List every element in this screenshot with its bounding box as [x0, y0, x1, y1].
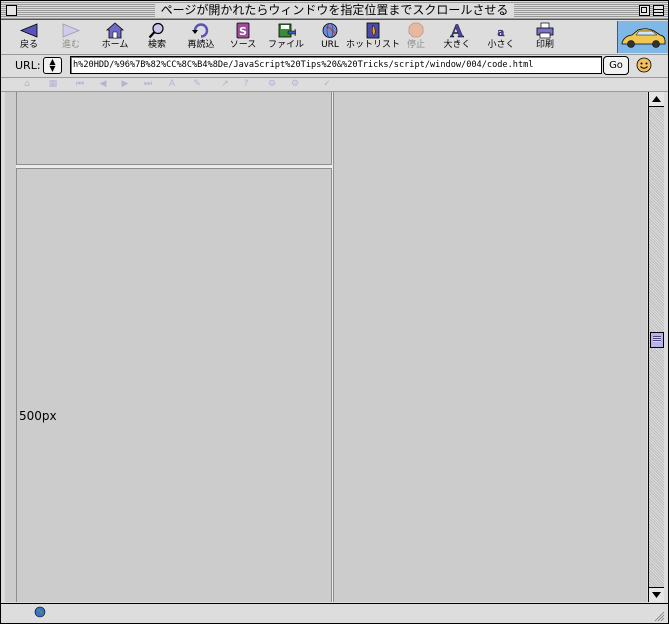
source-button[interactable]: S ソース — [228, 22, 258, 53]
print-button[interactable]: 印刷 — [532, 22, 558, 53]
sub-next-icon: ▶ — [121, 79, 129, 89]
scroll-up-button[interactable] — [649, 92, 664, 107]
reload-label: 再読込 — [187, 40, 215, 50]
scroll-down-button[interactable] — [649, 587, 664, 602]
sub-first-icon: ⏮ — [75, 79, 85, 89]
sub-home-icon: ⌂ — [24, 79, 30, 89]
text-smaller-button[interactable]: a 小さく — [485, 22, 517, 53]
sub-help-icon: ? — [243, 79, 249, 89]
collapse-box[interactable] — [653, 5, 664, 16]
vertical-scrollbar[interactable] — [648, 92, 664, 602]
sub-last-icon: ⏭ — [143, 79, 153, 89]
home-icon — [105, 22, 125, 39]
reload-icon — [192, 23, 209, 38]
print-icon — [536, 22, 554, 39]
frame-divider-vertical[interactable] — [332, 92, 334, 602]
search-label: 検索 — [147, 40, 166, 50]
stop-label: 停止 — [406, 40, 425, 50]
forward-button[interactable]: 進む — [58, 22, 84, 53]
title-bar[interactable]: ページが開かれたらウィンドウを指定位置までスクロールさせる — [1, 1, 668, 20]
text-smaller-icon: a — [497, 26, 504, 39]
window-title-wrap: ページが開かれたらウィンドウを指定位置までスクロールさせる — [1, 3, 668, 18]
home-label: ホーム — [101, 40, 129, 50]
sub-gear-icon: ⚙ — [267, 79, 277, 89]
smiley-icon[interactable] — [636, 57, 652, 73]
home-button[interactable]: ホーム — [98, 22, 132, 53]
globe-icon — [34, 606, 46, 618]
back-label: 戻る — [19, 40, 38, 50]
svg-text:A: A — [449, 22, 464, 39]
main-frame: 500px — [16, 169, 332, 602]
resize-grip-icon[interactable] — [654, 611, 665, 622]
chevron-down-icon: ▼ — [49, 64, 56, 73]
svg-text:a: a — [497, 26, 504, 39]
hotlist-icon — [366, 22, 380, 39]
file-button[interactable]: ファイル — [267, 22, 305, 53]
sub-prev-icon: ◀ — [99, 79, 107, 89]
size-label: 500px — [19, 409, 57, 423]
file-label: ファイル — [267, 40, 304, 50]
window-title: ページが開かれたらウィンドウを指定位置までスクロールさせる — [154, 3, 515, 17]
status-bar — [1, 603, 668, 623]
hotlist-label: ホットリスト — [346, 40, 401, 50]
url-bar: URL: ▲ ▼ h%20HDD/%96%7B%82%CC%8C%B4%8De/… — [1, 55, 668, 78]
url-field-label: URL: — [15, 59, 41, 72]
sub-check-icon: ✓ — [323, 79, 331, 89]
browser-window: ページが開かれたらウィンドウを指定位置までスクロールさせる 戻る 進む ホーム — [0, 0, 669, 624]
stop-button[interactable]: 停止 — [403, 22, 429, 53]
toolbar: 戻る 進む ホーム 検索 再読込 S ソース ファイル URL ホットリスト 停… — [1, 20, 668, 55]
secondary-toolbar: ⌂ ▦ ⏮ ◀ ▶ ⏭ A ✎ ↗ ? ⚙ ⚙ ✓ — [1, 78, 668, 92]
url-history-button[interactable]: ▲ ▼ — [43, 57, 62, 74]
scroll-track[interactable] — [649, 107, 664, 587]
url-label-text: URL — [321, 40, 339, 50]
back-button[interactable]: 戻る — [16, 22, 42, 53]
source-icon: S — [236, 22, 250, 39]
forward-arrow-icon — [62, 23, 81, 38]
browser-logo — [617, 21, 668, 53]
url-globe-icon — [322, 23, 338, 38]
page-content: 500px — [5, 92, 647, 602]
arrow-up-icon — [652, 96, 661, 102]
url-input[interactable]: h%20HDD/%96%7B%82%CC%8C%B4%8De/JavaScrip… — [70, 56, 602, 74]
sub-link-icon: ↗ — [221, 79, 229, 89]
file-icon — [278, 23, 296, 38]
forward-label: 進む — [61, 40, 80, 50]
search-button[interactable]: 検索 — [144, 22, 170, 53]
sub-grid-icon: ▦ — [48, 79, 58, 89]
hotlist-button[interactable]: ホットリスト — [346, 22, 400, 53]
car-logo-icon — [621, 28, 666, 48]
sub-settings-icon: ⚙ — [290, 79, 300, 89]
back-arrow-icon — [19, 23, 38, 38]
text-bigger-label: 大きく — [443, 40, 471, 50]
sub-edit-icon: ✎ — [193, 79, 201, 89]
go-button[interactable]: Go — [603, 56, 629, 75]
url-button[interactable]: URL — [317, 22, 343, 53]
text-smaller-label: 小さく — [487, 40, 515, 50]
sub-font-icon: A — [168, 79, 176, 89]
reload-button[interactable]: 再読込 — [185, 22, 217, 53]
stop-icon — [408, 22, 424, 38]
source-label: ソース — [229, 40, 257, 50]
svg-text:S: S — [239, 25, 247, 38]
scroll-thumb[interactable] — [650, 332, 664, 348]
zoom-box[interactable] — [639, 5, 650, 16]
print-label: 印刷 — [535, 40, 554, 50]
text-bigger-button[interactable]: A 大きく — [442, 22, 472, 53]
text-bigger-icon: A — [449, 22, 464, 39]
search-icon — [148, 22, 164, 39]
arrow-down-icon — [652, 592, 661, 598]
top-frame — [16, 92, 332, 165]
